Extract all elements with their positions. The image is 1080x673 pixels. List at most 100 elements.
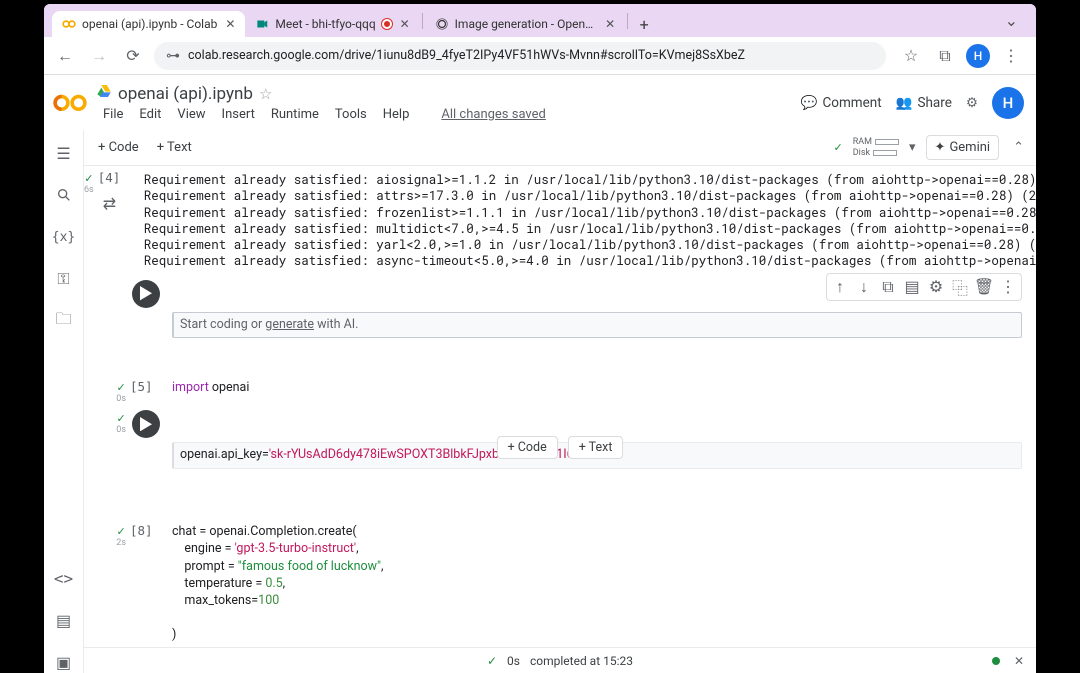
generate-link[interactable]: generate xyxy=(265,317,314,332)
prompt-number: [4] xyxy=(98,170,121,185)
resource-indicator[interactable]: RAM Disk xyxy=(853,138,899,158)
tab-title: openai (api).ipynb - Colab xyxy=(82,17,217,31)
back-button[interactable]: ← xyxy=(52,43,78,69)
site-info-icon[interactable]: ⊶ xyxy=(166,48,180,64)
link-icon[interactable]: ⧉ xyxy=(877,276,899,298)
gear-icon[interactable]: ⚙ xyxy=(966,95,978,111)
code-icon[interactable]: <> xyxy=(53,567,75,589)
tabs-chevron-down-icon[interactable]: ⌄ xyxy=(995,7,1028,34)
toc-icon[interactable]: ☰ xyxy=(53,142,75,164)
colab-logo-icon[interactable] xyxy=(52,85,88,121)
reload-button[interactable]: ⟳ xyxy=(120,43,146,69)
comment-icon: 💬 xyxy=(801,95,818,111)
collapse-icon[interactable]: ⌃ xyxy=(1009,136,1028,159)
status-message: completed at 15:23 xyxy=(530,654,633,668)
gear-icon[interactable]: ⚙ xyxy=(925,276,947,298)
close-icon[interactable]: ✕ xyxy=(604,17,617,31)
star-icon[interactable]: ☆ xyxy=(259,85,272,103)
move-down-icon[interactable]: ↓ xyxy=(853,276,875,298)
record-icon xyxy=(382,19,392,29)
url-input[interactable]: ⊶ colab.research.google.com/drive/1iunu8… xyxy=(154,42,886,70)
account-avatar[interactable]: H xyxy=(992,87,1024,119)
bookmark-icon[interactable]: ☆ xyxy=(898,43,924,69)
code-editor[interactable]: Start coding or generate with AI. xyxy=(172,312,1022,338)
browser-tab-openai[interactable]: Image generation - OpenAI A ✕ xyxy=(425,11,625,37)
cell-5[interactable]: ✓0s [5] import openai xyxy=(84,375,1036,406)
close-icon[interactable]: ✕ xyxy=(223,17,237,31)
menu-bar: File Edit View Insert Runtime Tools Help… xyxy=(96,105,793,124)
run-button[interactable] xyxy=(132,280,160,308)
save-status[interactable]: All changes saved xyxy=(434,105,553,124)
add-code-button[interactable]: + Code xyxy=(92,137,145,158)
colab-app: openai (api).ipynb ☆ File Edit View Inse… xyxy=(44,75,1036,673)
notebook-title[interactable]: openai (api).ipynb xyxy=(118,84,253,104)
more-icon[interactable]: ⋮ xyxy=(997,276,1019,298)
cell-duration: 2s xyxy=(116,538,126,548)
cell-4[interactable]: ✓6s [4] ⇄ Requirement already satisfied:… xyxy=(84,166,1036,276)
cell-4-output: Requirement already satisfied: aiosignal… xyxy=(140,168,1036,274)
left-rail: ☰ {x} ⚿ 🗀 <> ▤ ▣ xyxy=(44,130,84,673)
check-icon: ✓ xyxy=(834,141,843,154)
comment-button[interactable]: 💬Comment xyxy=(801,95,882,111)
menu-insert[interactable]: Insert xyxy=(215,105,262,124)
cell-8[interactable]: ✓2s [8] chat = openai.Completion.create(… xyxy=(84,519,1036,647)
gemini-button[interactable]: ✦Gemini xyxy=(926,135,1000,160)
menu-file[interactable]: File xyxy=(96,105,130,124)
menu-help[interactable]: Help xyxy=(376,105,417,124)
resource-dropdown-icon[interactable]: ▾ xyxy=(909,140,916,155)
browser-window: openai (api).ipynb - Colab ✕ Meet - bhi-… xyxy=(44,4,1036,673)
cell-generate[interactable]: ↑ ↓ ⧉ ▤ ⚙ ⿻ 🗑 ⋮ xyxy=(84,276,1036,375)
prompt-number: [5] xyxy=(130,379,153,394)
browser-menu-icon[interactable]: ⋮ xyxy=(998,43,1024,69)
variables-icon[interactable]: {x} xyxy=(53,226,75,248)
check-icon: ✓ xyxy=(117,412,126,425)
menu-runtime[interactable]: Runtime xyxy=(264,105,326,124)
check-icon: ✓ xyxy=(84,172,93,185)
insert-text-button[interactable]: + Text xyxy=(568,436,624,459)
sparkle-icon: ✦ xyxy=(935,140,946,155)
tab-bar: openai (api).ipynb - Colab ✕ Meet - bhi-… xyxy=(44,4,1036,37)
new-tab-button[interactable]: + xyxy=(630,11,659,37)
close-icon[interactable]: ✕ xyxy=(1014,654,1024,668)
search-icon[interactable] xyxy=(53,184,75,206)
browser-tab-meet[interactable]: Meet - bhi-tfyo-qqq ✕ xyxy=(245,11,419,37)
mirror-icon[interactable]: ⿻ xyxy=(949,276,971,298)
address-bar: ← → ⟳ ⊶ colab.research.google.com/drive/… xyxy=(44,37,1036,75)
profile-avatar[interactable]: H xyxy=(966,44,990,68)
terminal-icon[interactable]: ▣ xyxy=(53,651,75,673)
share-button[interactable]: 👥Share xyxy=(896,95,952,111)
delete-icon[interactable]: 🗑 xyxy=(973,276,995,298)
secrets-icon[interactable]: ⚿ xyxy=(53,268,75,290)
menu-tools[interactable]: Tools xyxy=(328,105,374,124)
code-editor[interactable]: chat = openai.Completion.create( engine … xyxy=(172,521,1036,645)
tab-title: Image generation - OpenAI A xyxy=(455,17,598,31)
comment-icon[interactable]: ▤ xyxy=(901,276,923,298)
check-icon: ✓ xyxy=(117,525,126,538)
cell-apikey[interactable]: ✓0s openai.api_key='sk-rYUsAdD6dy478iEwS… xyxy=(84,406,1036,505)
add-text-button[interactable]: + Text xyxy=(151,137,198,158)
forward-button[interactable]: → xyxy=(86,43,112,69)
menu-view[interactable]: View xyxy=(170,105,212,124)
browser-tab-colab[interactable]: openai (api).ipynb - Colab ✕ xyxy=(52,11,245,37)
prompt-number: [8] xyxy=(130,523,153,538)
connection-status-icon xyxy=(992,657,1000,665)
check-icon: ✓ xyxy=(487,654,497,668)
run-button[interactable] xyxy=(132,410,160,438)
insert-code-button[interactable]: + Code xyxy=(497,436,558,459)
status-time: 0s xyxy=(507,654,520,668)
extensions-icon[interactable]: ⧉ xyxy=(932,43,958,69)
close-icon[interactable]: ✕ xyxy=(398,17,412,31)
cell-toolbar-top: + Code + Text ✓ RAM Disk ▾ ✦Gemini ⌃ xyxy=(84,130,1036,166)
output-expand-icon[interactable]: ⇄ xyxy=(103,194,140,213)
url-text: colab.research.google.com/drive/1iunu8dB… xyxy=(188,48,745,63)
tab-title: Meet - bhi-tfyo-qqq xyxy=(275,17,375,31)
colab-header: openai (api).ipynb ☆ File Edit View Inse… xyxy=(44,75,1036,130)
cell-action-toolbar: ↑ ↓ ⧉ ▤ ⚙ ⿻ 🗑 ⋮ xyxy=(826,273,1022,301)
cells-area: ✓6s [4] ⇄ Requirement already satisfied:… xyxy=(84,166,1036,673)
move-up-icon[interactable]: ↑ xyxy=(829,276,851,298)
cell-duration: 6s xyxy=(84,185,94,195)
drive-icon xyxy=(96,83,112,104)
menu-edit[interactable]: Edit xyxy=(132,105,168,124)
files-icon[interactable]: 🗀 xyxy=(53,310,75,332)
commands-icon[interactable]: ▤ xyxy=(53,609,75,631)
